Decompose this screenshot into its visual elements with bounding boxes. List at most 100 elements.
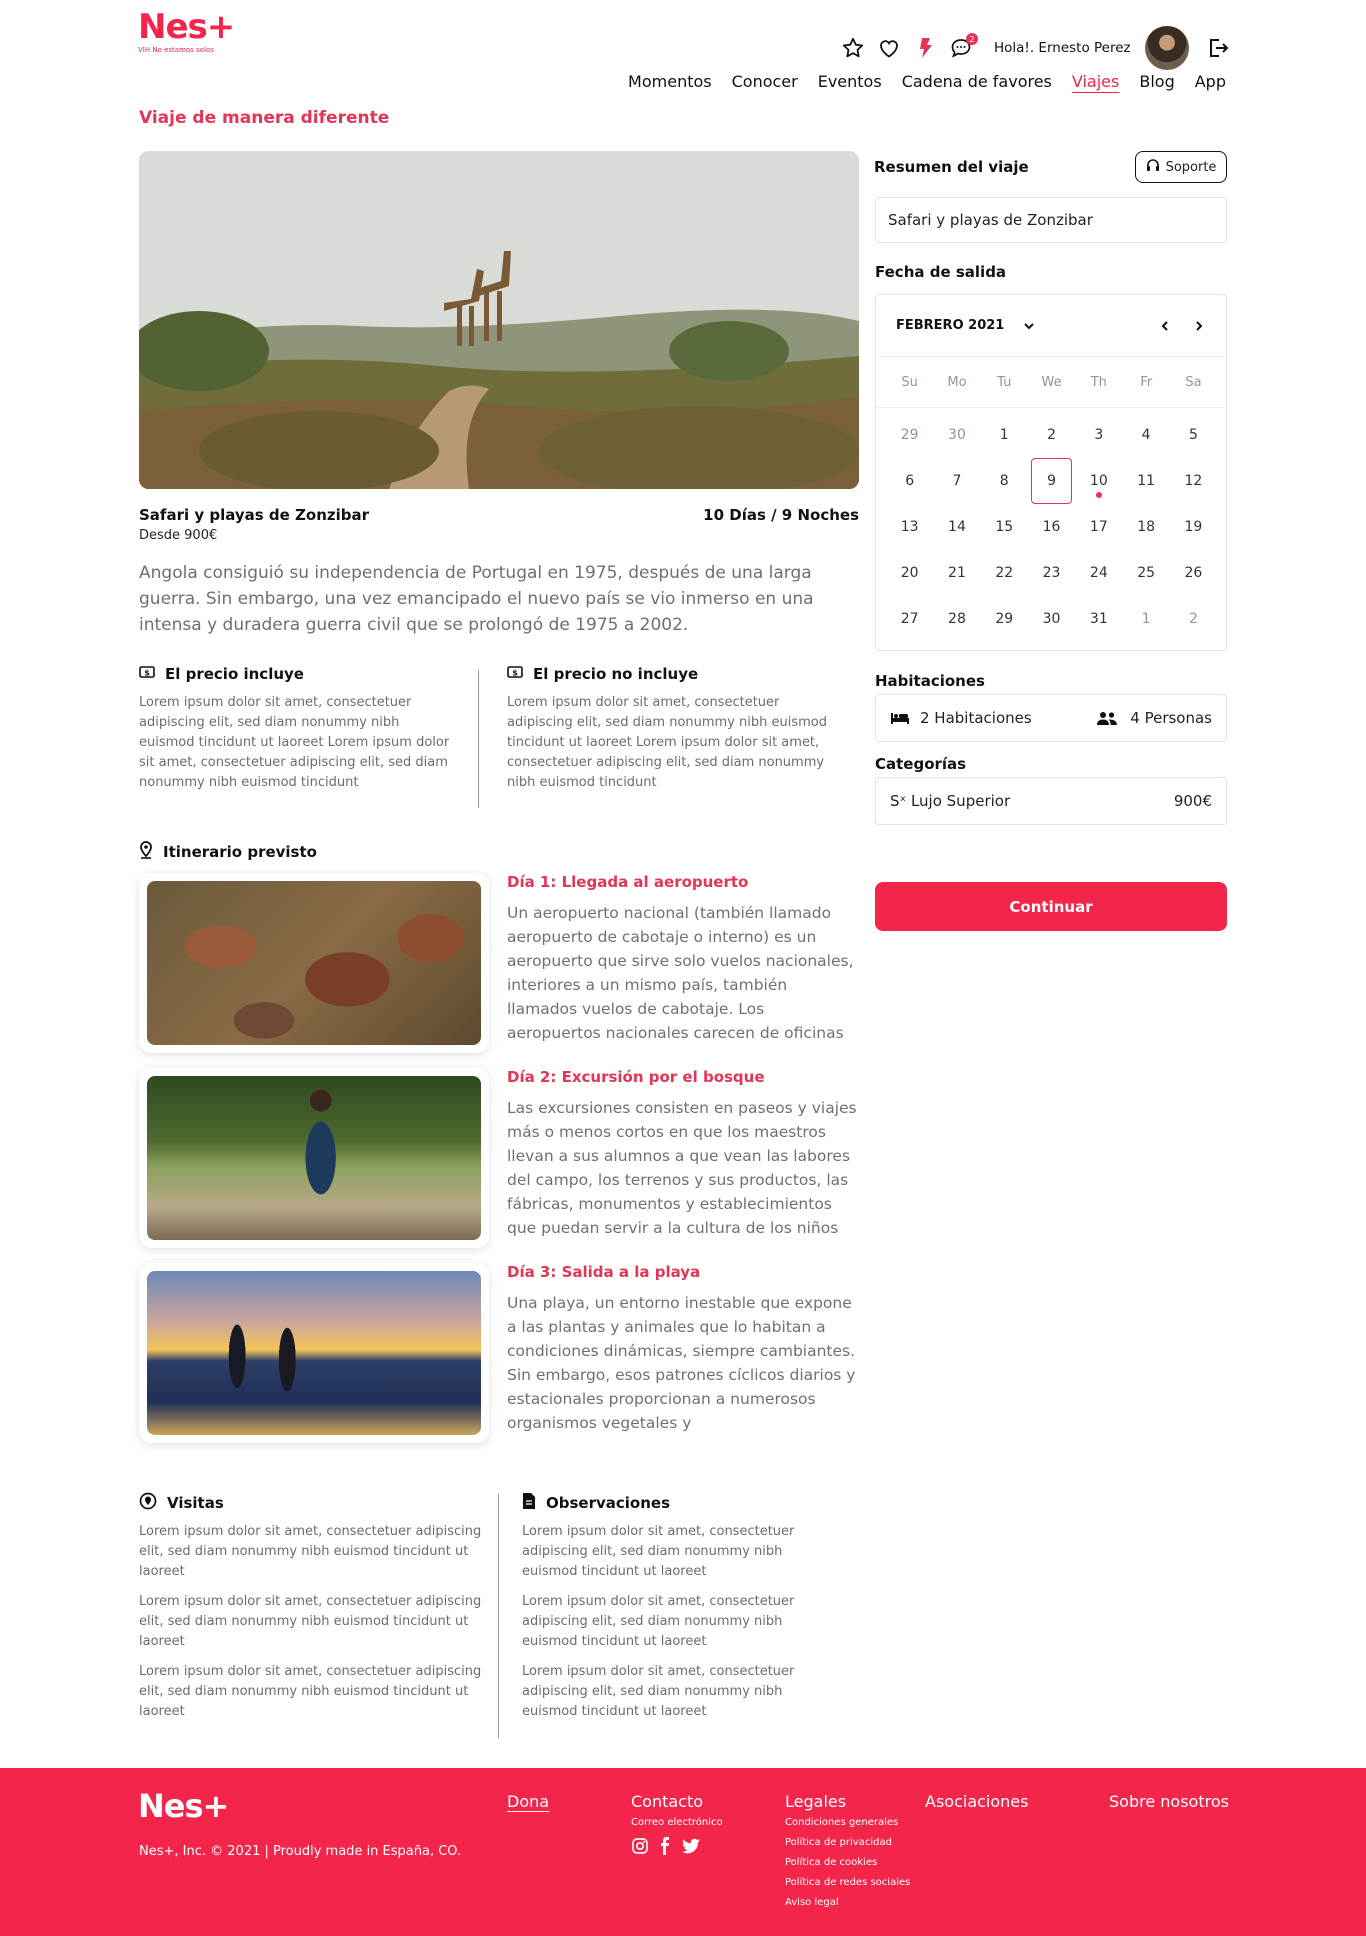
category-field[interactable]: Sˣ Lujo Superior 900€ xyxy=(875,777,1227,825)
avatar[interactable] xyxy=(1144,26,1189,70)
calendar-day[interactable]: 26 xyxy=(1170,550,1217,596)
calendar-weekdays: Su Mo Tu We Th Fr Sa xyxy=(876,357,1226,408)
price-includes-text: Lorem ipsum dolor sit amet, consectetuer… xyxy=(139,695,450,790)
logo[interactable]: Nes+ VIH No estamos solos xyxy=(138,10,235,54)
weekday-label: Th xyxy=(1090,374,1107,390)
next-month-icon[interactable] xyxy=(1192,319,1206,333)
calendar-day[interactable]: 20 xyxy=(886,550,933,596)
calendar-day[interactable]: 8 xyxy=(981,458,1028,504)
bed-icon xyxy=(890,711,910,725)
weekday-label: Tu xyxy=(997,374,1012,390)
twitter-icon[interactable] xyxy=(681,1837,701,1859)
footer-legales-title[interactable]: Legales xyxy=(785,1792,910,1811)
support-button[interactable]: Soporte xyxy=(1135,151,1227,183)
instagram-icon[interactable] xyxy=(631,1837,649,1859)
header-actions: 2 Hola!. Ernesto Perez xyxy=(840,26,1231,70)
calendar-day[interactable]: 7 xyxy=(933,458,980,504)
calendar-day[interactable]: 30 xyxy=(933,412,980,458)
footer-copyright: Nes+, Inc. © 2021 | Proudly made in Espa… xyxy=(139,1844,462,1859)
calendar-day[interactable]: 3 xyxy=(1075,412,1122,458)
observation-item: Lorem ipsum dolor sit amet, consectetuer… xyxy=(522,1664,795,1719)
footer-dona-link[interactable]: Dona xyxy=(507,1792,549,1811)
calendar-day[interactable]: 11 xyxy=(1122,458,1169,504)
calendar-day[interactable]: 18 xyxy=(1122,504,1169,550)
calendar-day[interactable]: 25 xyxy=(1122,550,1169,596)
calendar-day[interactable]: 29 xyxy=(886,412,933,458)
chevron-down-icon[interactable] xyxy=(1022,319,1036,333)
footer-legal-link[interactable]: Aviso legal xyxy=(785,1893,910,1913)
nav-app[interactable]: App xyxy=(1195,72,1226,91)
svg-text:$: $ xyxy=(512,669,518,678)
footer-legal-link[interactable]: Condiciones generales xyxy=(785,1813,910,1833)
rooms-value: 2 Habitaciones xyxy=(920,709,1032,727)
logout-icon[interactable] xyxy=(1205,35,1231,61)
continue-button[interactable]: Continuar xyxy=(875,882,1227,931)
calendar-day[interactable]: 27 xyxy=(886,596,933,642)
calendar-day[interactable]: 1 xyxy=(1122,596,1169,642)
day-3-text: Una playa, un entorno inestable que expo… xyxy=(507,1294,856,1432)
calendar-day[interactable]: 17 xyxy=(1075,504,1122,550)
map-pin-icon xyxy=(139,841,153,863)
trip-field-value: Safari y playas de Zonzibar xyxy=(888,211,1093,229)
nav-momentos[interactable]: Momentos xyxy=(628,72,712,91)
itinerary-day-3: Día 3: Salida a la playa Una playa, un e… xyxy=(507,1263,857,1435)
calendar-day[interactable]: 13 xyxy=(886,504,933,550)
calendar-day[interactable]: 10 xyxy=(1075,458,1122,504)
footer-legal-link[interactable]: Política de privacidad xyxy=(785,1833,910,1853)
calendar-day[interactable]: 19 xyxy=(1170,504,1217,550)
footer-sobre-nosotros-link[interactable]: Sobre nosotros xyxy=(1109,1792,1229,1811)
calendar-day[interactable]: 23 xyxy=(1028,550,1075,596)
support-label: Soporte xyxy=(1165,159,1217,175)
nav-conocer[interactable]: Conocer xyxy=(732,72,798,91)
calendar-day[interactable]: 31 xyxy=(1075,596,1122,642)
calendar-day[interactable]: 14 xyxy=(933,504,980,550)
calendar-day[interactable]: 4 xyxy=(1122,412,1169,458)
calendar-day[interactable]: 29 xyxy=(981,596,1028,642)
safari-illustration xyxy=(139,151,859,489)
visit-item: Lorem ipsum dolor sit amet, consectetuer… xyxy=(139,1524,482,1579)
day-1-title: Día 1: Llegada al aeropuerto xyxy=(507,873,749,891)
lightning-icon[interactable] xyxy=(912,35,938,61)
footer-logo[interactable]: Nes+ xyxy=(138,1790,229,1822)
rooms-field[interactable]: 2 Habitaciones 4 Personas xyxy=(875,694,1227,742)
chat-icon[interactable]: 2 xyxy=(948,33,978,61)
price-excludes-title: El precio no incluye xyxy=(533,665,699,683)
star-icon[interactable] xyxy=(840,35,866,61)
calendar-day-selected[interactable]: 9 xyxy=(1030,458,1073,504)
facebook-icon[interactable] xyxy=(659,1837,671,1859)
visit-item: Lorem ipsum dolor sit amet, consectetuer… xyxy=(139,1664,482,1719)
calendar-day[interactable]: 2 xyxy=(1170,596,1217,642)
footer-legal-link[interactable]: Política de redes sociales xyxy=(785,1873,910,1893)
footer-email-link[interactable]: Correo electrónico xyxy=(631,1813,723,1833)
calendar-day[interactable]: 30 xyxy=(1028,596,1075,642)
calendar-day[interactable]: 21 xyxy=(933,550,980,596)
calendar-day[interactable]: 5 xyxy=(1170,412,1217,458)
calendar-day[interactable]: 24 xyxy=(1075,550,1122,596)
calendar-day[interactable]: 15 xyxy=(981,504,1028,550)
weekday-label: We xyxy=(1041,374,1062,390)
footer-asociaciones-link[interactable]: Asociaciones xyxy=(925,1792,1028,1811)
heart-icon[interactable] xyxy=(876,35,902,61)
calendar-day[interactable]: 2 xyxy=(1028,412,1075,458)
trip-name: Safari y playas de Zonzibar xyxy=(139,506,370,524)
nav-eventos[interactable]: Eventos xyxy=(818,72,882,91)
nav-cadena-de-favores[interactable]: Cadena de favores xyxy=(902,72,1052,91)
calendar-day[interactable]: 28 xyxy=(933,596,980,642)
footer-contacto: Contacto Correo electrónico xyxy=(631,1792,723,1859)
calendar-day[interactable]: 1 xyxy=(981,412,1028,458)
main-nav: Momentos Conocer Eventos Cadena de favor… xyxy=(608,72,1226,91)
footer-contacto-title[interactable]: Contacto xyxy=(631,1792,723,1811)
footer-legal-link[interactable]: Política de cookies xyxy=(785,1853,910,1873)
nav-blog[interactable]: Blog xyxy=(1139,72,1174,91)
calendar-day[interactable]: 12 xyxy=(1170,458,1217,504)
calendar-day[interactable]: 6 xyxy=(886,458,933,504)
nav-viajes[interactable]: Viajes xyxy=(1072,72,1119,91)
calendar-day[interactable]: 16 xyxy=(1028,504,1075,550)
trip-field[interactable]: Safari y playas de Zonzibar xyxy=(875,197,1227,243)
day-1-text: Un aeropuerto nacional (también llamado … xyxy=(507,904,854,1042)
document-icon xyxy=(522,1492,536,1514)
calendar-day[interactable]: 22 xyxy=(981,550,1028,596)
observation-item: Lorem ipsum dolor sit amet, consectetuer… xyxy=(522,1594,795,1649)
weekday-label: Fr xyxy=(1140,374,1153,390)
prev-month-icon[interactable] xyxy=(1158,319,1172,333)
